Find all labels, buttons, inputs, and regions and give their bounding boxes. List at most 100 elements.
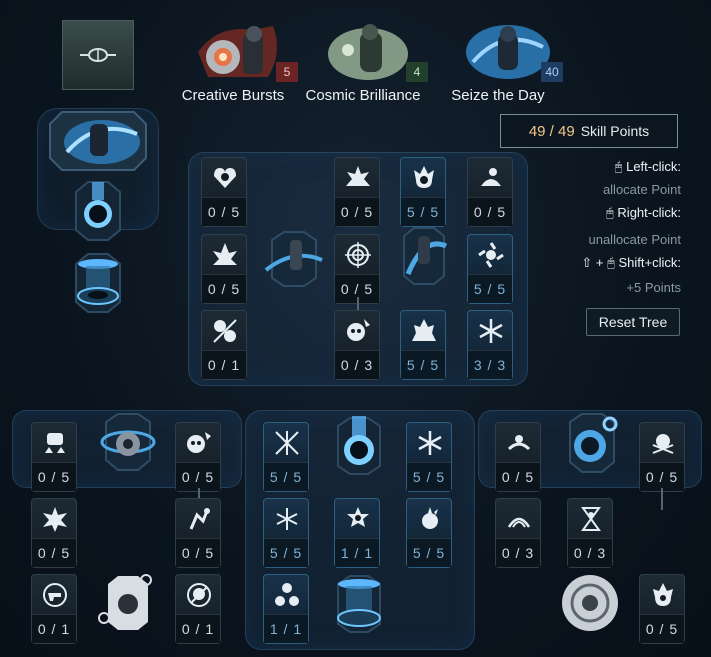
skill-node[interactable]: 0 / 5 — [334, 157, 380, 227]
skill-node[interactable]: 0 / 1 — [201, 310, 247, 380]
node-count: 0 / 1 — [202, 350, 246, 379]
reset-tree-button[interactable]: Reset Tree — [586, 308, 680, 336]
left-click-action: allocate Point — [602, 182, 681, 197]
mouse-right-icon: 🖰 — [606, 205, 618, 220]
spike-burst-icon — [213, 243, 237, 265]
node-count: 5 / 5 — [407, 462, 451, 491]
skill-node[interactable]: 1 / 1 — [263, 574, 309, 644]
silver-orb-emblem-icon — [562, 575, 618, 631]
skill-node[interactable]: 0 / 5 — [495, 422, 541, 492]
node-count: 0 / 3 — [568, 538, 612, 567]
heart-skull-icon — [214, 168, 236, 188]
shatter-icon — [275, 431, 299, 455]
skill-node[interactable]: 0 / 5 — [175, 498, 221, 568]
tree-tab-cosmic-brilliance[interactable]: 4 Cosmic Brilliance — [293, 22, 433, 112]
snowflake-icon — [479, 319, 503, 343]
skill-node[interactable]: 0 / 5 — [31, 422, 77, 492]
tree-tab-creative-bursts[interactable]: 5 Creative Bursts — [163, 22, 303, 112]
right-click-action: unallocate Point — [588, 232, 681, 247]
node-connector — [198, 488, 200, 498]
node-count: 0 / 5 — [32, 462, 76, 491]
frost-triple-icon — [275, 583, 299, 606]
skill-node[interactable]: 0 / 5 — [639, 422, 685, 492]
skill-node[interactable]: 0 / 3 — [495, 498, 541, 568]
node-count: 0 / 5 — [468, 197, 512, 226]
node-count: 1 / 1 — [264, 614, 308, 643]
node-count: 1 / 1 — [335, 538, 379, 567]
tree-name: Cosmic Brilliance — [305, 87, 421, 104]
helmet-arrows-icon — [45, 433, 65, 453]
logo-icon — [80, 48, 116, 62]
skull-blast-icon — [187, 432, 211, 453]
skill-node[interactable]: 5 / 5 — [263, 498, 309, 568]
controls-help: 🖰 Left-click: allocate Point 🖰 Right-cli… — [581, 155, 681, 299]
flame-burst-icon — [412, 319, 436, 341]
cosmic-brilliance-art-icon — [328, 24, 408, 80]
node-connector — [357, 297, 359, 311]
skill-node[interactable]: 0 / 5 — [175, 422, 221, 492]
skull-impact-icon — [347, 319, 370, 341]
skill-node[interactable]: 0 / 3 — [334, 310, 380, 380]
tree-points-badge: 40 — [541, 62, 563, 82]
portal-base-icon — [75, 253, 121, 313]
skill-node[interactable]: 0 / 1 — [31, 574, 77, 644]
skill-node[interactable]: 0 / 3 — [567, 498, 613, 568]
seize-the-day-art-icon — [466, 25, 550, 79]
shift-click-action: +5 Points — [626, 280, 681, 295]
skill-node[interactable]: 5 / 5 — [467, 234, 513, 304]
skill-node[interactable]: 0 / 5 — [201, 157, 247, 227]
crosshair-icon — [345, 242, 371, 268]
skill-points-label: Skill Points — [580, 123, 650, 139]
skill-node[interactable]: 5 / 5 — [406, 422, 452, 492]
portal-beam-emblem-icon — [337, 416, 381, 475]
skill-node[interactable]: 0 / 5 — [31, 498, 77, 568]
leap-icon — [481, 168, 501, 186]
node-count: 5 / 5 — [264, 462, 308, 491]
node-count: 0 / 3 — [496, 538, 540, 567]
throw-icon — [189, 508, 210, 530]
flame-skull-icon — [653, 583, 673, 606]
node-count: 5 / 5 — [401, 197, 445, 226]
skill-node[interactable]: 5 / 5 — [263, 422, 309, 492]
left-click-help: 🖰 Left-click: — [581, 155, 681, 178]
node-count: 0 / 5 — [176, 538, 220, 567]
frost-cluster-icon — [276, 508, 298, 530]
burst-icon — [346, 166, 370, 186]
skill-node[interactable]: 0 / 5 — [639, 574, 685, 644]
tree-name: Seize the Day — [451, 87, 545, 104]
tree-tab-seize-the-day[interactable]: 40 Seize the Day — [428, 22, 568, 112]
node-count: 3 / 3 — [468, 350, 512, 379]
skill-node[interactable]: 5 / 5 — [406, 498, 452, 568]
node-count: 5 / 5 — [264, 538, 308, 567]
tree-name: Creative Bursts — [181, 87, 285, 104]
skill-node[interactable]: 0 / 5 — [334, 234, 380, 304]
skill-node[interactable]: 3 / 3 — [467, 310, 513, 380]
skill-node[interactable]: 5 / 5 — [400, 310, 446, 380]
pistol-ring-icon — [43, 583, 67, 607]
right-click-label: Right-click: — [617, 205, 681, 220]
node-count: 0 / 3 — [335, 350, 379, 379]
hourglass-skull-icon — [581, 507, 601, 531]
orb-emblem-icon — [569, 413, 618, 473]
skill-node[interactable]: 0 / 1 — [175, 574, 221, 644]
mouse-left-icon: 🖰 — [614, 159, 627, 174]
skill-node[interactable]: 0 / 5 — [467, 157, 513, 227]
grenade-emblem-icon — [100, 413, 156, 471]
skill-node[interactable]: 0 / 5 — [201, 234, 247, 304]
dash-emblem-icon — [264, 231, 323, 287]
whirlwind-icon — [507, 435, 531, 451]
skill-node[interactable]: 1 / 1 — [334, 498, 380, 568]
frost-icon — [418, 431, 442, 455]
creative-bursts-art-icon — [198, 26, 277, 77]
swirl-icon — [507, 517, 531, 528]
frost-orb-icon — [422, 507, 438, 529]
skill-node[interactable]: 5 / 5 — [400, 157, 446, 227]
node-count: 0 / 5 — [335, 197, 379, 226]
node-count: 0 / 5 — [32, 538, 76, 567]
flame-orb-icon — [414, 166, 434, 188]
game-logo — [62, 20, 134, 90]
vortex-icon — [478, 242, 504, 268]
bubble-orb-emblem-icon — [98, 574, 152, 630]
right-click-help: 🖰 Right-click: — [581, 201, 681, 224]
skull-star-icon — [347, 507, 369, 527]
